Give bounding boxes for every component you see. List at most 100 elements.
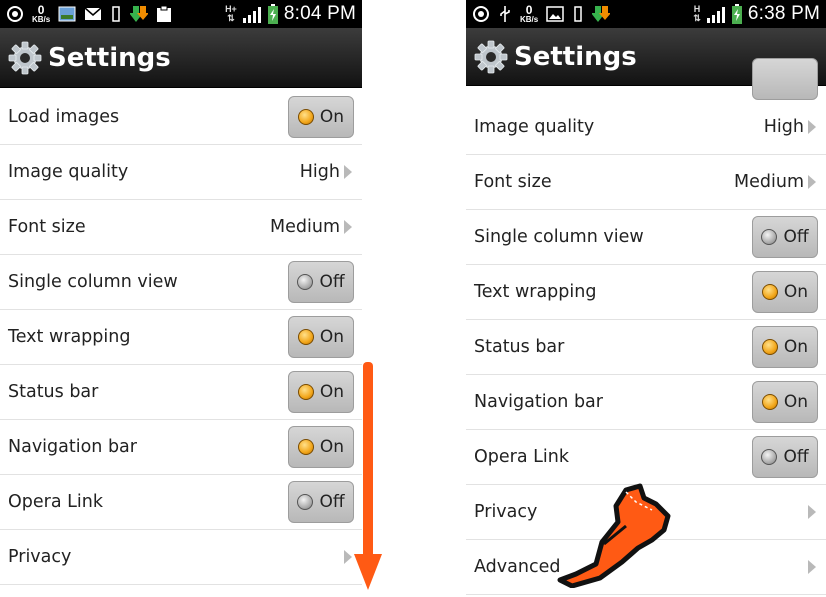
picture-icon [546,6,564,22]
clock: 8:04 PM [283,3,356,24]
setting-status-bar[interactable]: Status bar On [0,365,362,420]
toggle-on-indicator-icon [761,284,778,300]
setting-label: Opera Link [8,492,103,512]
chevron-right-icon [344,165,352,179]
setting-navigation-bar[interactable]: Navigation bar On [466,375,826,430]
setting-value: High [299,162,340,182]
toggle-off-indicator-icon [761,229,778,245]
battery-icon [267,4,278,24]
setting-image-quality[interactable]: Image quality High [0,145,362,200]
gps-icon [473,6,489,22]
setting-value: High [763,117,804,137]
setting-label: Text wrapping [474,282,597,302]
toggle-on-indicator-icon [297,329,314,345]
scroll-down-arrow-icon [354,362,382,590]
phone-screen-left: 0 KB/s H+ ⇅ 8:04 PM Settings Load images… [0,0,362,597]
signal-icon [706,7,725,23]
network-type-indicator: H+ ⇅ [225,4,237,23]
notification-icons: 0 KB/s [6,3,172,25]
clipboard-icon [157,5,172,22]
page-title: Settings [48,42,171,73]
toggle-off-indicator-icon [297,274,314,290]
setting-single-column-view[interactable]: Single column view Off [466,210,826,265]
partial-toggle [752,58,818,100]
setting-label: Font size [8,217,86,237]
navigation-bar-toggle[interactable]: On [752,381,818,423]
chevron-right-icon [808,505,816,519]
vibrate-icon [112,6,120,22]
single-column-view-toggle[interactable]: Off [752,216,818,258]
clock: 6:38 PM [747,3,820,24]
load-images-toggle[interactable]: On [288,96,354,138]
toggle-on-indicator-icon [761,394,778,410]
setting-text-wrapping[interactable]: Text wrapping On [466,265,826,320]
chevron-right-icon [808,175,816,189]
toggle-on-indicator-icon [297,439,314,455]
single-column-view-toggle[interactable]: Off [288,261,354,303]
setting-label: Text wrapping [8,327,131,347]
setting-load-images[interactable]: Load images On [0,90,362,145]
toggle-on-indicator-icon [761,339,778,355]
setting-navigation-bar[interactable]: Navigation bar On [0,420,362,475]
setting-image-quality[interactable]: Image quality High [466,100,826,155]
setting-font-size[interactable]: Font size Medium [0,200,362,255]
gps-icon [7,6,23,22]
text-wrapping-toggle[interactable]: On [288,316,354,358]
setting-label: Navigation bar [474,392,603,412]
status-bar: 0 KB/s H ⇅ 6:38 PM [466,0,826,28]
setting-privacy[interactable]: Privacy [0,530,362,585]
settings-gear-icon [474,40,508,73]
setting-label: Single column view [474,227,644,247]
data-rate-indicator: 0 KB/s [32,3,51,24]
setting-label: Status bar [474,337,565,357]
network-type-indicator: H ⇅ [693,4,701,23]
pointing-hand-icon [557,483,671,588]
setting-opera-link[interactable]: Opera Link Off [0,475,362,530]
chevron-right-icon [344,550,352,564]
setting-label: Font size [474,172,552,192]
settings-list: Load images On Image quality High Font s… [0,90,362,585]
action-bar: Settings [0,28,362,88]
setting-value: Medium [734,172,804,192]
settings-gear-icon [8,41,42,74]
status-bar-toggle[interactable]: On [288,371,354,413]
opera-link-toggle[interactable]: Off [752,436,818,478]
setting-label: Load images [8,107,120,127]
vibrate-icon [574,6,582,22]
setting-label: Image quality [8,162,129,182]
chevron-right-icon [344,220,352,234]
setting-label: Status bar [8,382,99,402]
setting-font-size[interactable]: Font size Medium [466,155,826,210]
toggle-on-indicator-icon [297,109,314,125]
toggle-off-indicator-icon [761,449,778,465]
photo-notification-icon [58,6,76,22]
battery-icon [731,4,742,24]
page-title: Settings [514,41,637,72]
text-wrapping-toggle[interactable]: On [752,271,818,313]
opera-link-toggle[interactable]: Off [288,481,354,523]
download-icon [592,6,611,22]
data-rate-indicator: 0 KB/s [520,3,539,24]
chevron-right-icon [808,560,816,574]
setting-label: Image quality [474,117,595,137]
toggle-off-indicator-icon [297,494,314,510]
setting-label: Single column view [8,272,178,292]
setting-single-column-view[interactable]: Single column view Off [0,255,362,310]
toggle-on-indicator-icon [297,384,314,400]
mail-icon [84,7,102,20]
notification-icons: 0 KB/s [472,3,611,25]
setting-text-wrapping[interactable]: Text wrapping On [0,310,362,365]
usb-icon [500,6,510,22]
signal-icon [242,7,261,23]
chevron-right-icon [808,120,816,134]
setting-label: Navigation bar [8,437,137,457]
setting-label: Opera Link [474,447,569,467]
status-bar-toggle[interactable]: On [752,326,818,368]
status-bar: 0 KB/s H+ ⇅ 8:04 PM [0,0,362,28]
setting-label: Privacy [8,547,72,567]
navigation-bar-toggle[interactable]: On [288,426,354,468]
setting-opera-link[interactable]: Opera Link Off [466,430,826,485]
download-icon [130,6,149,22]
setting-status-bar[interactable]: Status bar On [466,320,826,375]
setting-value: Medium [270,217,340,237]
